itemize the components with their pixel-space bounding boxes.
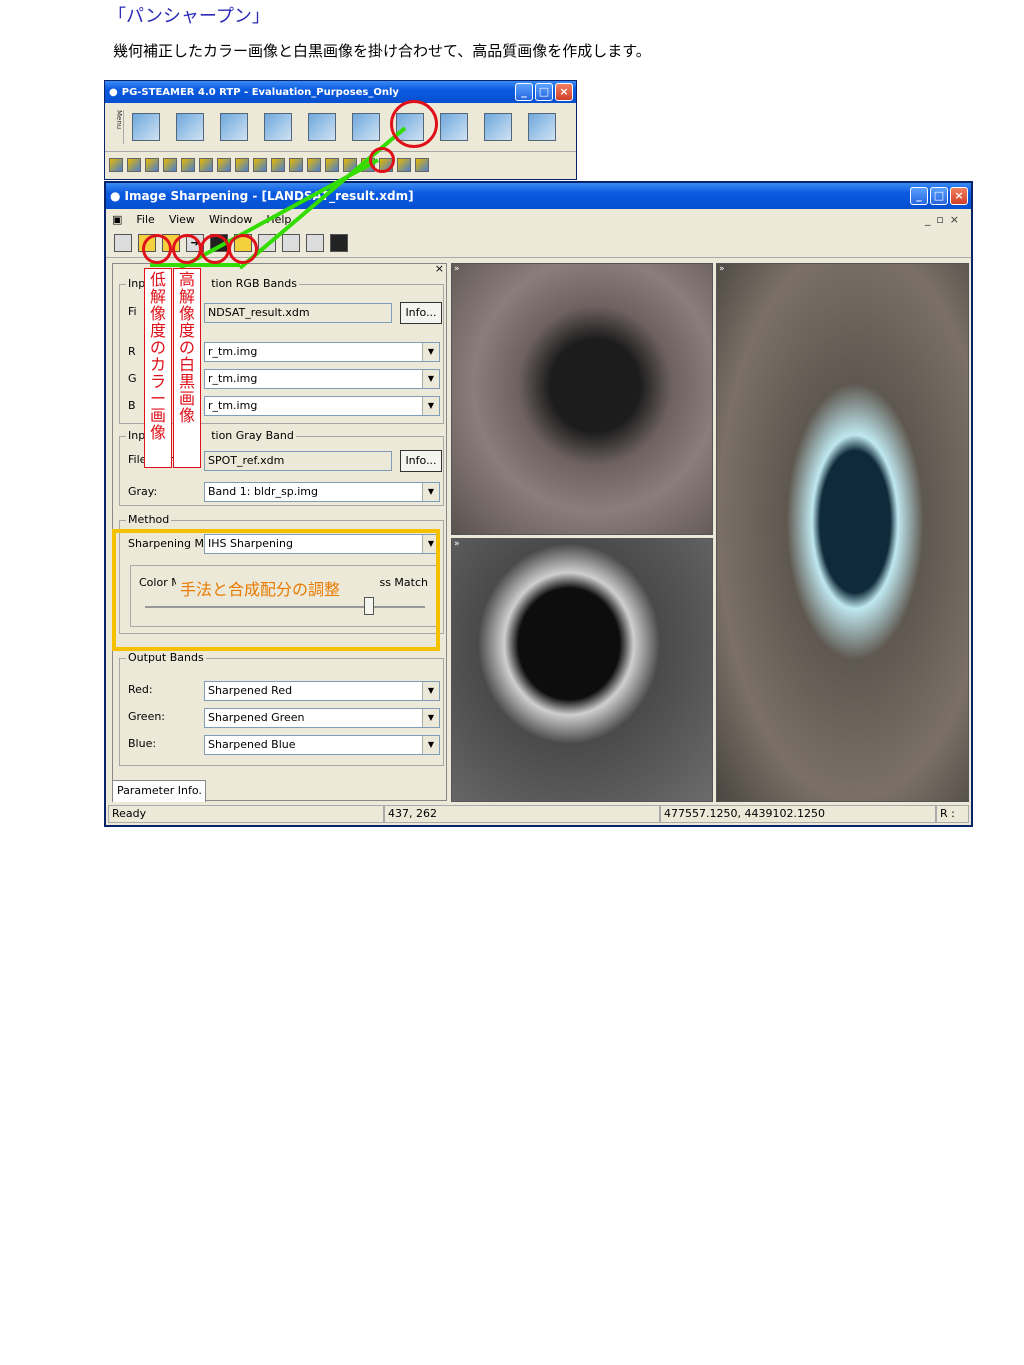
high_res_bw-char: 像 [178, 304, 195, 323]
highlight-circle [369, 147, 395, 173]
high_res_bw-char: 高 [178, 270, 195, 289]
highlight-circle [200, 234, 230, 264]
low_res_color-char: ー [149, 389, 166, 408]
low_res_color-char: 像 [149, 304, 166, 323]
highlight-circle [228, 234, 258, 264]
high-res-bw-label: 高解像度の白黒画像 [173, 268, 201, 468]
high_res_bw-char: 黒 [178, 372, 195, 391]
highlight-circle [390, 100, 438, 148]
low_res_color-char: 解 [149, 287, 166, 306]
method-note-label: 手法と合成配分の調整 [176, 576, 345, 600]
high_res_bw-char: 画 [178, 389, 195, 408]
high_res_bw-char: 像 [178, 406, 195, 425]
high_res_bw-char: の [178, 338, 195, 357]
low_res_color-char: ラ [149, 372, 166, 391]
low_res_color-char: 画 [149, 406, 166, 425]
low_res_color-char: 度 [149, 321, 166, 340]
high_res_bw-char: 解 [178, 287, 195, 306]
low_res_color-char: 低 [149, 270, 166, 289]
high_res_bw-char: 度 [178, 321, 195, 340]
high_res_bw-char: 白 [178, 355, 195, 374]
low_res_color-char: カ [149, 355, 166, 374]
low_res_color-char: の [149, 338, 166, 357]
low_res_color-char: 像 [149, 423, 166, 442]
highlight-circle [142, 234, 172, 264]
low-res-color-label: 低解像度のカラー画像 [144, 268, 172, 468]
highlight-circle [172, 234, 202, 264]
